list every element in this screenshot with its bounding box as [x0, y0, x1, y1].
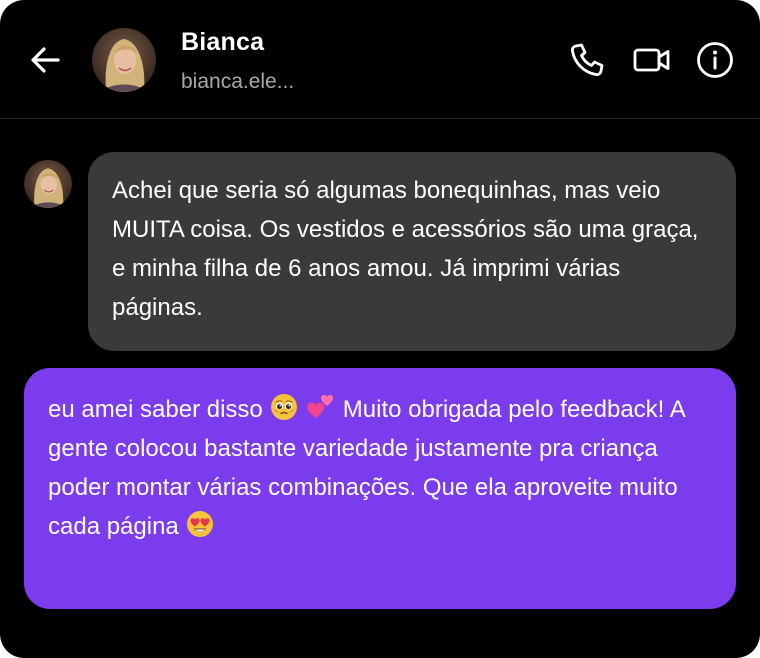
- arrow-left-icon: [31, 47, 60, 73]
- contact-handle[interactable]: bianca.ele...: [181, 70, 294, 94]
- pleading-face-icon: [269, 392, 299, 422]
- phone-icon: [571, 43, 604, 76]
- contact-name[interactable]: Bianca: [181, 28, 264, 57]
- info-circle-icon: [697, 42, 733, 78]
- chat-header: Bianca bianca.ele...: [0, 0, 760, 119]
- video-camera-icon: [633, 48, 670, 72]
- heart-eyes-icon: [185, 509, 215, 539]
- back-button[interactable]: [26, 40, 66, 80]
- message-sender-avatar[interactable]: [24, 160, 72, 208]
- outgoing-message-bubble[interactable]: eu amei saber disso Muito obrigada pelo …: [24, 368, 736, 609]
- avatar[interactable]: [92, 28, 156, 92]
- message-text-part1: eu amei saber disso: [48, 396, 263, 423]
- call-button[interactable]: [567, 40, 607, 80]
- message-text: Achei que seria só algumas bonequinhas, …: [112, 177, 706, 321]
- conversation-info-button[interactable]: [695, 40, 735, 80]
- video-call-button[interactable]: [632, 40, 672, 80]
- two-hearts-icon: [306, 392, 336, 422]
- chat-window: Bianca bianca.ele... Achei que seria só …: [0, 0, 760, 658]
- incoming-message-bubble[interactable]: Achei que seria só algumas bonequinhas, …: [88, 152, 736, 351]
